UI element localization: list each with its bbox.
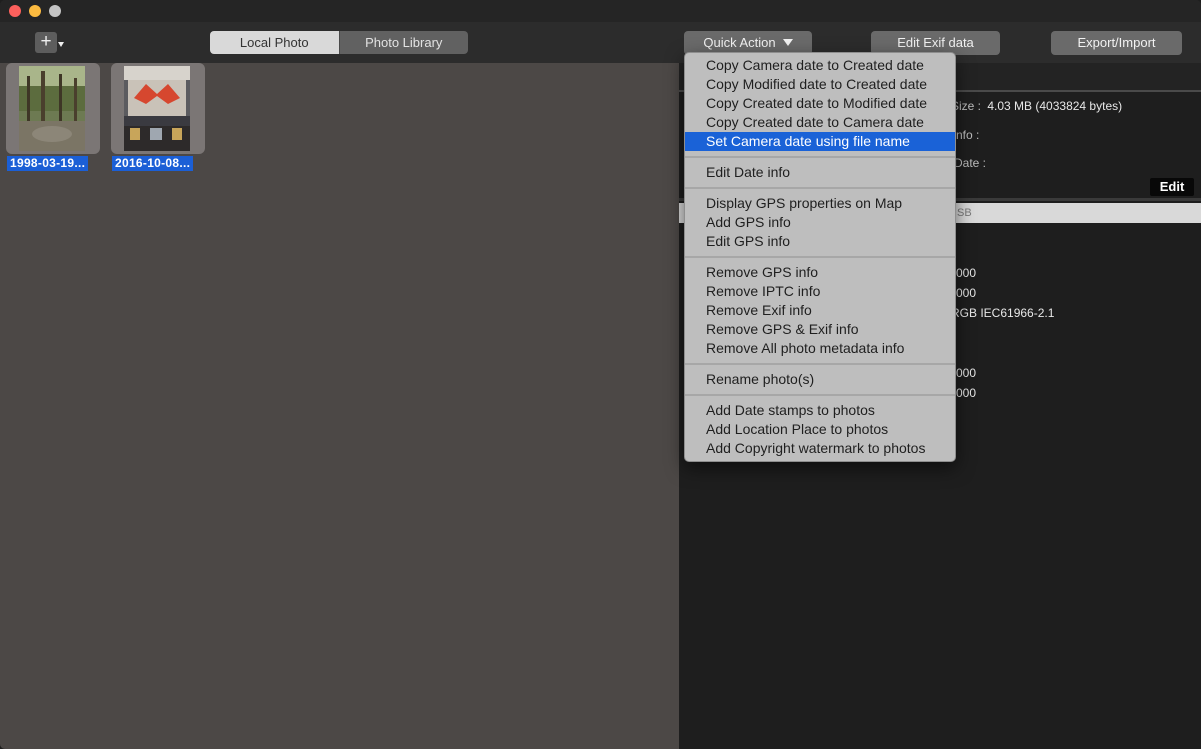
source-segmented-control: Local Photo Photo Library xyxy=(210,31,468,54)
edit-date-button[interactable]: Edit xyxy=(1150,178,1194,196)
menu-item-edit-date-info[interactable]: Edit Date info xyxy=(685,163,955,182)
menu-separator xyxy=(685,151,955,163)
close-window-icon[interactable] xyxy=(9,5,21,17)
photo-filename-label[interactable]: 2016-10-08... xyxy=(112,156,194,171)
forest-photo-image xyxy=(19,66,85,151)
menu-separator xyxy=(685,251,955,263)
menu-item-display-gps-map[interactable]: Display GPS properties on Map xyxy=(685,194,955,213)
photo-thumbnail[interactable] xyxy=(111,63,205,154)
property-value: 000 xyxy=(956,286,977,300)
property-value: RGB IEC61966-2.1 xyxy=(951,306,1055,320)
menu-separator xyxy=(685,182,955,194)
add-menu-caret-icon[interactable] xyxy=(58,42,64,47)
menu-item-copy-modified-to-created[interactable]: Copy Modified date to Created date xyxy=(685,75,955,94)
menu-item-add-location-place[interactable]: Add Location Place to photos xyxy=(685,420,955,439)
menu-item-set-camera-date-from-filename[interactable]: Set Camera date using file name xyxy=(685,132,955,151)
menu-item-add-copyright-watermark[interactable]: Add Copyright watermark to photos xyxy=(685,439,955,458)
photo-filename-label[interactable]: 1998-03-19... xyxy=(7,156,89,171)
photo-browser: 1998-03-19... 2016-10-08... xyxy=(0,63,679,749)
property-value: 000 xyxy=(956,366,977,380)
menu-item-add-date-stamps[interactable]: Add Date stamps to photos xyxy=(685,401,955,420)
menu-item-remove-all-metadata[interactable]: Remove All photo metadata info xyxy=(685,339,955,358)
menu-item-rename-photos[interactable]: Rename photo(s) xyxy=(685,370,955,389)
menu-item-copy-created-to-camera[interactable]: Copy Created date to Camera date xyxy=(685,113,955,132)
menu-separator xyxy=(685,358,955,370)
property-value: 000 xyxy=(956,386,977,400)
building-photo-image xyxy=(124,66,190,151)
add-photos-button[interactable]: + xyxy=(35,32,57,53)
quick-action-menu: Copy Camera date to Created date Copy Mo… xyxy=(684,52,956,462)
menu-item-add-gps-info[interactable]: Add GPS info xyxy=(685,213,955,232)
minimize-window-icon[interactable] xyxy=(29,5,41,17)
property-value: 000 xyxy=(956,266,977,280)
app-window: + Local Photo Photo Library Quick Action… xyxy=(0,0,1201,749)
file-size-value: 4.03 MB (4033824 bytes) xyxy=(987,99,1123,113)
plus-icon: + xyxy=(40,31,52,52)
menu-item-remove-gps-exif-info[interactable]: Remove GPS & Exif info xyxy=(685,320,955,339)
tab-local-photo[interactable]: Local Photo xyxy=(210,31,339,54)
quick-action-label: Quick Action xyxy=(703,35,776,50)
menu-item-remove-iptc-info[interactable]: Remove IPTC info xyxy=(685,282,955,301)
menu-item-copy-camera-to-created[interactable]: Copy Camera date to Created date xyxy=(685,56,955,75)
menu-item-copy-created-to-modified[interactable]: Copy Created date to Modified date xyxy=(685,94,955,113)
info-tab-text: SB xyxy=(957,207,972,219)
toolbar: + Local Photo Photo Library Quick Action… xyxy=(0,22,1201,63)
title-bar xyxy=(0,0,1201,22)
menu-item-remove-gps-info[interactable]: Remove GPS info xyxy=(685,263,955,282)
zoom-window-icon[interactable] xyxy=(49,5,61,17)
info-label: nfo : xyxy=(956,128,980,142)
export-import-button[interactable]: Export/Import xyxy=(1051,31,1182,55)
file-size-row: Size : 4.03 MB (4033824 bytes) xyxy=(951,99,1122,113)
tab-photo-library[interactable]: Photo Library xyxy=(338,31,468,54)
menu-item-edit-gps-info[interactable]: Edit GPS info xyxy=(685,232,955,251)
menu-item-remove-exif-info[interactable]: Remove Exif info xyxy=(685,301,955,320)
photo-thumbnail[interactable] xyxy=(6,63,100,154)
menu-separator xyxy=(685,389,955,401)
dropdown-arrow-icon xyxy=(782,39,793,46)
date-label: Date : xyxy=(954,156,987,170)
